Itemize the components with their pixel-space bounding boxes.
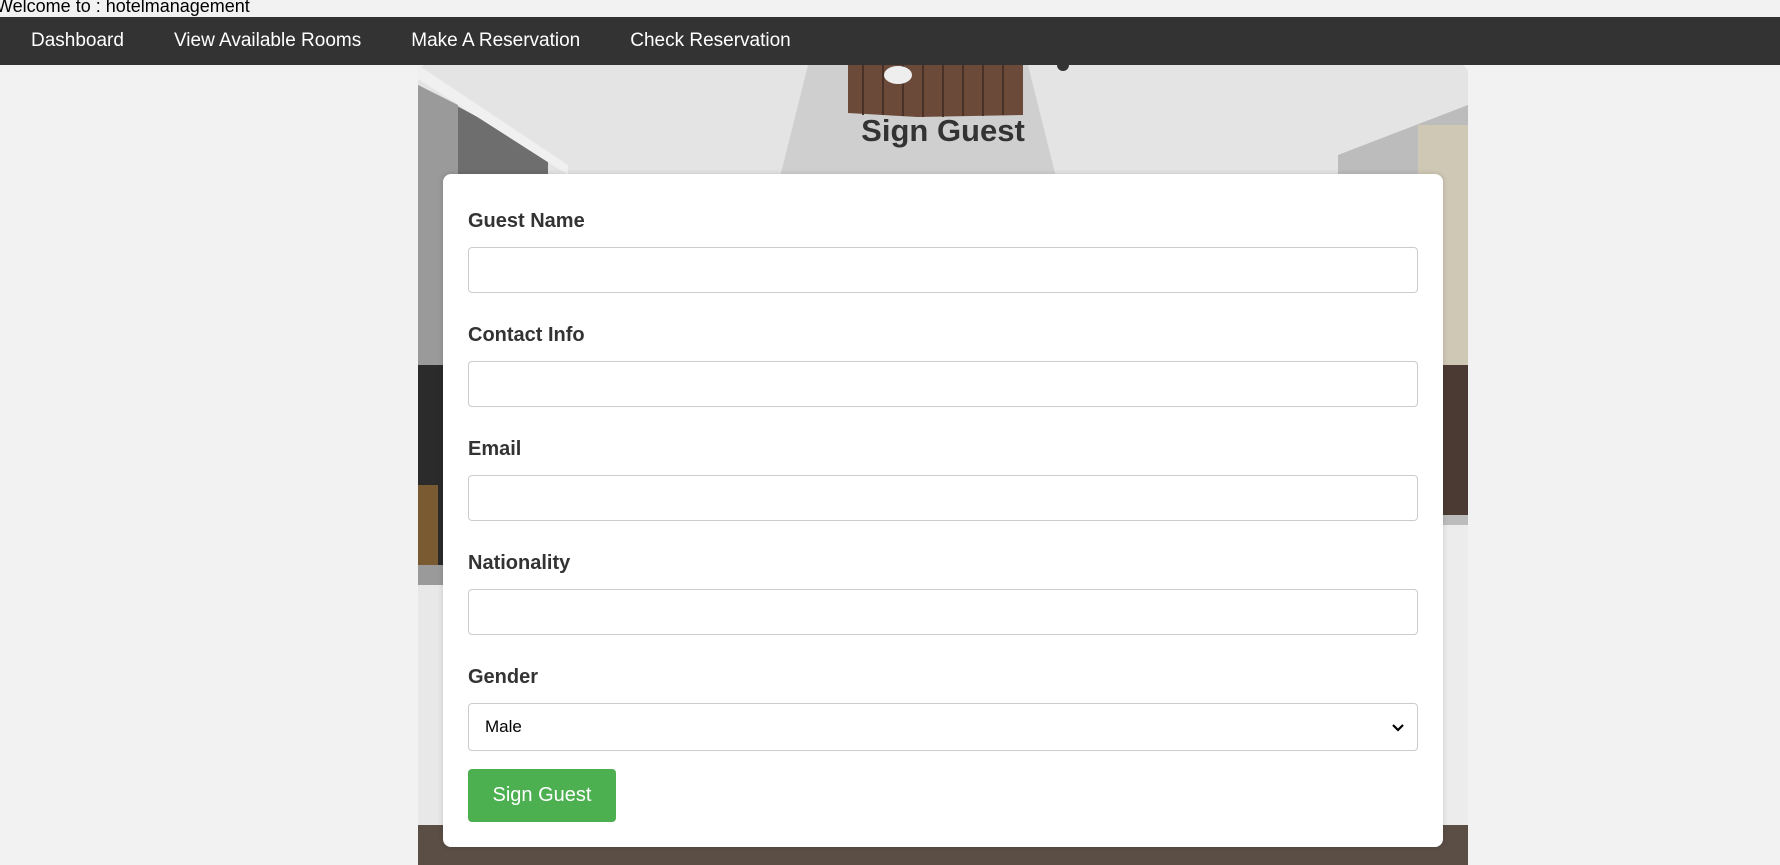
nationality-label: Nationality <box>468 552 571 574</box>
email-input[interactable] <box>468 475 1418 521</box>
chevron-down-icon <box>1392 724 1404 732</box>
guest-name-label: Guest Name <box>468 210 585 232</box>
top-navbar: Dashboard View Available Rooms Make A Re… <box>0 17 1780 65</box>
guest-name-input[interactable] <box>468 247 1418 293</box>
gender-select[interactable]: Male <box>468 703 1418 751</box>
nav-check-reservation[interactable]: Check Reservation <box>605 17 816 65</box>
email-label: Email <box>468 438 522 460</box>
nationality-input[interactable] <box>468 589 1418 635</box>
page-title: Sign Guest <box>861 113 1025 148</box>
contact-info-input[interactable] <box>468 361 1418 407</box>
nav-dashboard[interactable]: Dashboard <box>0 17 149 65</box>
sign-guest-form: Guest Name Contact Info Email Nationalit… <box>443 174 1443 847</box>
nav-view-available-rooms[interactable]: View Available Rooms <box>149 17 386 65</box>
gender-selected-value: Male <box>485 717 522 736</box>
welcome-text: Welcome to : hotelmanagement <box>0 0 250 16</box>
gender-label: Gender <box>468 666 539 688</box>
sign-guest-button[interactable]: Sign Guest <box>468 769 616 822</box>
contact-info-label: Contact Info <box>468 324 585 346</box>
nav-make-a-reservation[interactable]: Make A Reservation <box>386 17 605 65</box>
